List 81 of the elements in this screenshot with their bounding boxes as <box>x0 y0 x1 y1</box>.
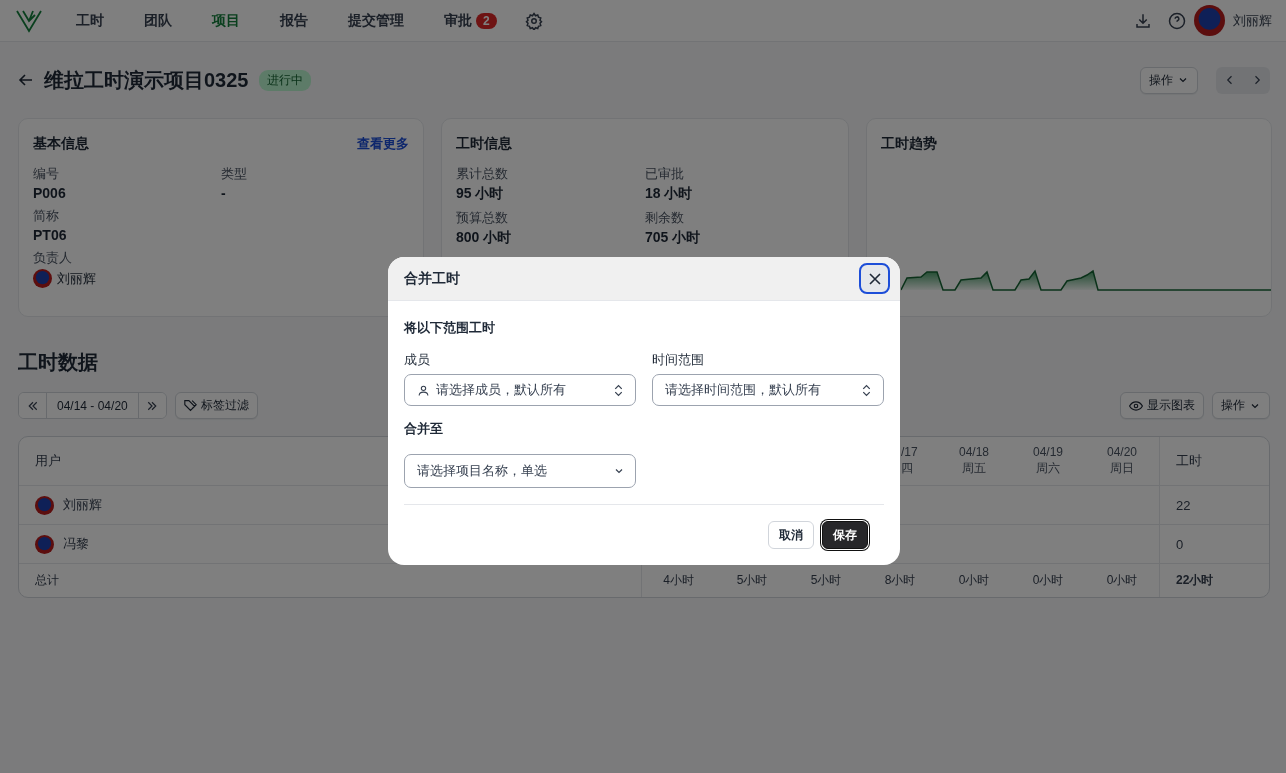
card-title: 工时信息 <box>456 135 512 153</box>
table-cell: 0 <box>1159 524 1269 563</box>
card-title: 基本信息 <box>33 135 89 153</box>
nav-tab[interactable]: 提交管理 <box>328 11 424 30</box>
project-select[interactable]: 请选择项目名称，单选 <box>404 454 636 488</box>
eye-icon <box>1129 398 1143 413</box>
user-icon <box>417 383 430 397</box>
field-value: P006 <box>33 185 67 201</box>
back-arrow-icon[interactable] <box>18 72 34 88</box>
logo-icon[interactable] <box>16 8 42 33</box>
nav-tab[interactable]: 报告 <box>260 11 328 30</box>
table-cell: 22小时 <box>1159 563 1269 597</box>
table-cell: 0小时 <box>1085 563 1159 597</box>
save-button[interactable]: 保存 <box>822 521 868 549</box>
column-header: 04/19 <box>1033 445 1063 461</box>
field-label: 已审批 <box>645 165 685 183</box>
field-label: 简称 <box>33 207 60 225</box>
user-name[interactable]: 刘丽辉 <box>1233 11 1272 30</box>
cancel-button[interactable]: 取消 <box>768 521 814 549</box>
double-chevron-right-icon <box>146 399 159 412</box>
column-header: 工时 <box>1159 437 1269 485</box>
project-title: 维拉工时演示项目0325 <box>44 67 249 93</box>
tag-filter-button[interactable]: 标签过滤 <box>174 392 258 419</box>
column-header: 04/18 <box>959 445 989 461</box>
download-icon[interactable] <box>1134 11 1152 30</box>
close-icon <box>868 272 881 285</box>
field-value: 705 小时 <box>645 229 702 247</box>
table-cell: 0小时 <box>937 563 1011 597</box>
field-label: 时间范围 <box>652 351 705 369</box>
field-label: 负责人 <box>33 249 73 267</box>
field-label: 编号 <box>33 165 60 183</box>
double-chevron-left-icon <box>26 399 39 412</box>
actions-dropdown[interactable]: 操作 <box>1140 66 1198 94</box>
show-chart-button[interactable]: 显示图表 <box>1120 392 1204 419</box>
table-cell: 22 <box>1159 485 1269 524</box>
tag-icon <box>183 399 197 412</box>
chevron-up-down-icon <box>860 383 873 397</box>
nav-tab[interactable]: 项目 <box>192 11 260 30</box>
field-label: 类型 <box>221 165 248 183</box>
field-label: 成员 <box>404 351 431 369</box>
dialog-title: 合并工时 <box>404 269 460 288</box>
field-label: 预算总数 <box>456 209 509 227</box>
user-name: 刘丽辉 <box>63 496 102 514</box>
owner-name: 刘丽辉 <box>57 269 96 288</box>
user-name: 冯黎 <box>63 535 89 553</box>
avatar <box>33 269 52 288</box>
field-value: - <box>221 185 227 201</box>
chevron-up-down-icon <box>612 383 625 397</box>
card-title: 工时趋势 <box>881 135 937 153</box>
member-select[interactable]: 请选择成员，默认所有 <box>404 374 636 406</box>
avatar <box>35 495 54 515</box>
close-button[interactable] <box>859 263 890 294</box>
section-heading: 将以下范围工时 <box>404 319 496 337</box>
count-badge: 2 <box>476 12 497 29</box>
field-label: 累计总数 <box>456 165 509 183</box>
help-icon[interactable] <box>1168 11 1186 30</box>
column-header: 用户 <box>35 452 61 470</box>
settings-icon[interactable] <box>524 11 543 30</box>
nav-tab[interactable]: 审批 2 <box>424 11 517 30</box>
field-label: 剩余数 <box>645 209 685 227</box>
field-value: 18 小时 <box>645 185 694 203</box>
column-header: 四 <box>901 461 913 477</box>
avatar <box>35 534 54 554</box>
status-badge: 进行中 <box>258 69 311 91</box>
column-header: /17 <box>901 445 918 461</box>
nav-tab[interactable]: 工时 <box>56 11 124 30</box>
avatar <box>1194 5 1225 36</box>
column-header: 周六 <box>1036 461 1060 477</box>
nav-tab[interactable]: 团队 <box>124 11 192 30</box>
field-value: 800 小时 <box>456 229 513 247</box>
section-heading: 合并至 <box>404 420 444 438</box>
field-value: 95 小时 <box>456 185 505 203</box>
actions-dropdown[interactable]: 操作 <box>1212 392 1270 419</box>
table-cell: 0小时 <box>1011 563 1085 597</box>
column-header: 04/20 <box>1107 445 1137 461</box>
column-header: 周日 <box>1110 461 1134 477</box>
period-select[interactable]: 请选择时间范围，默认所有 <box>652 374 884 406</box>
column-header: 周五 <box>962 461 986 477</box>
view-more-link[interactable]: 查看更多 <box>357 135 409 153</box>
section-title: 工时数据 <box>18 350 98 375</box>
field-value: PT06 <box>33 227 68 243</box>
